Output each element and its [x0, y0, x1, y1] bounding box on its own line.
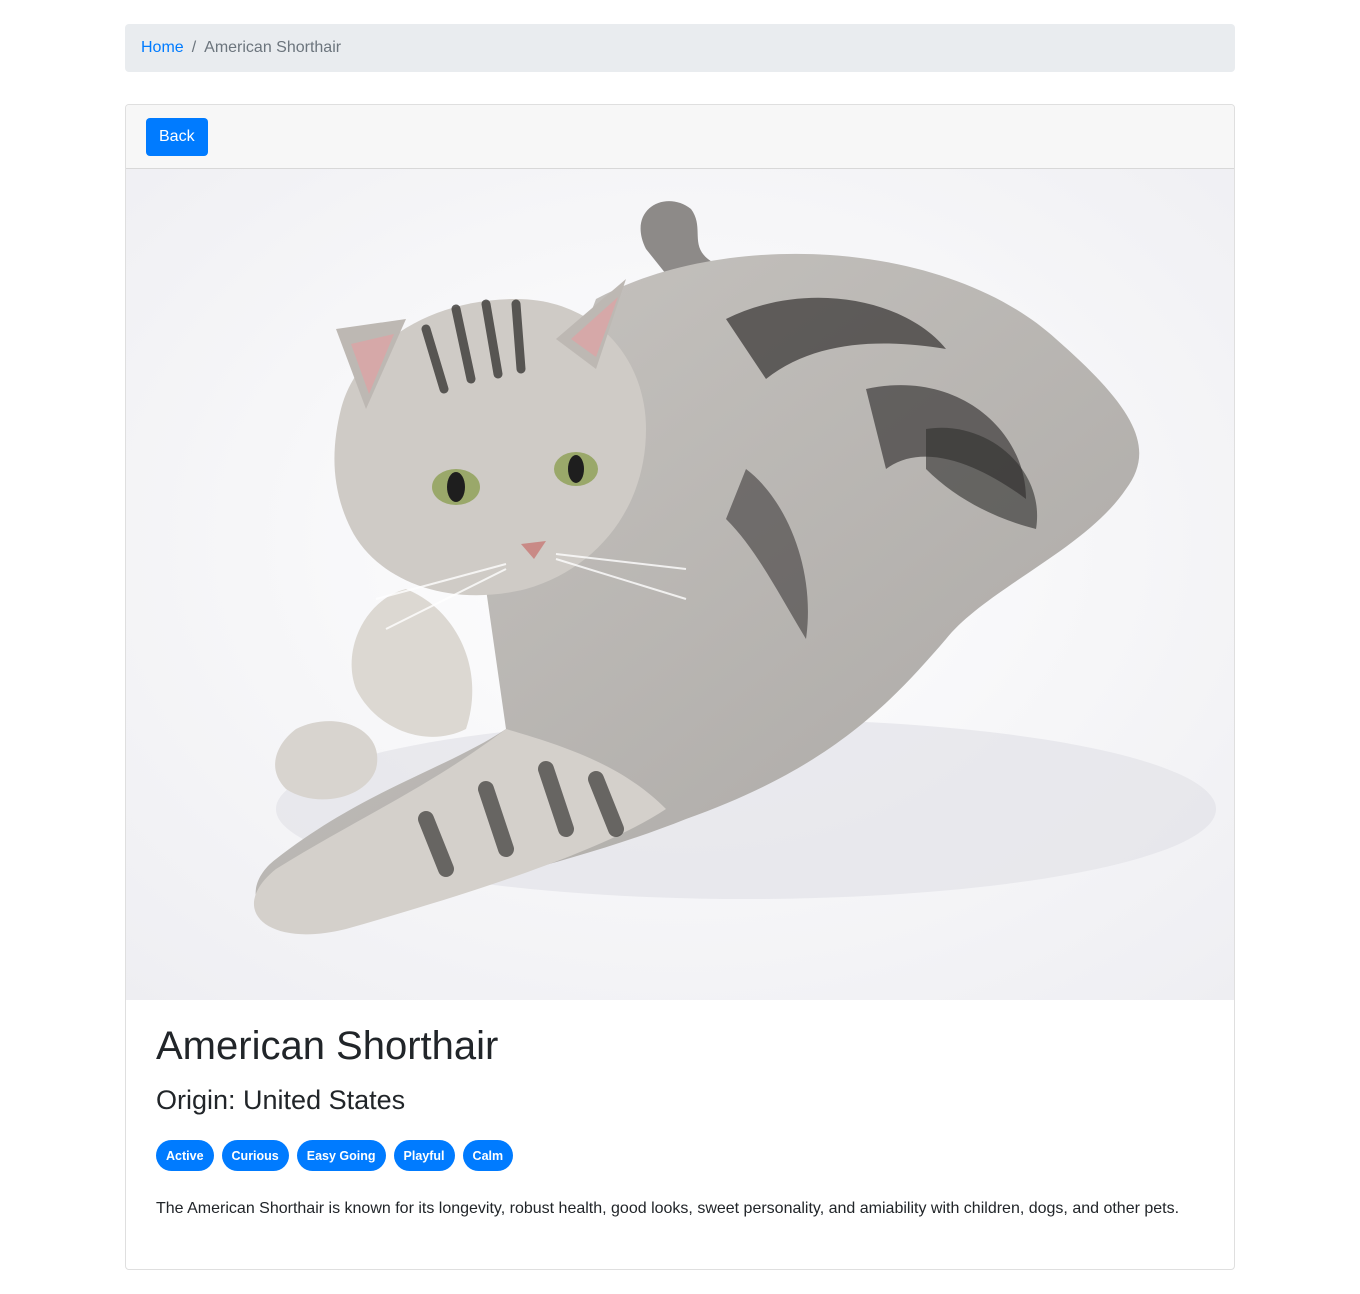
breed-photo: [126, 169, 1234, 1000]
origin-value: United States: [243, 1085, 406, 1115]
breadcrumb-current: American Shorthair: [204, 39, 342, 56]
breadcrumb-home-link[interactable]: Home: [141, 39, 184, 57]
card-header: Back: [126, 105, 1234, 169]
temperament-badge: Calm: [462, 1140, 514, 1172]
back-button[interactable]: Back: [146, 117, 208, 156]
temperament-badge: Playful: [393, 1140, 455, 1172]
temperament-badge: Easy Going: [296, 1140, 386, 1172]
temperament-badge: Active: [156, 1140, 214, 1172]
temperament-badges: Active Curious Easy Going Playful Calm: [156, 1140, 1204, 1172]
breadcrumb: Home / American Shorthair: [125, 24, 1235, 72]
breed-description: The American Shorthair is known for its …: [156, 1200, 1180, 1218]
breed-origin: Origin: United States: [156, 1084, 1204, 1116]
breed-card: Back American Shorthair Origin: United S…: [125, 104, 1235, 1270]
temperament-badge: Curious: [221, 1140, 289, 1172]
breadcrumb-separator: /: [191, 39, 197, 56]
breed-name: American Shorthair: [156, 1024, 499, 1068]
card-body: American Shorthair Origin: United States…: [126, 1000, 1234, 1221]
origin-label: Origin:: [156, 1085, 236, 1115]
